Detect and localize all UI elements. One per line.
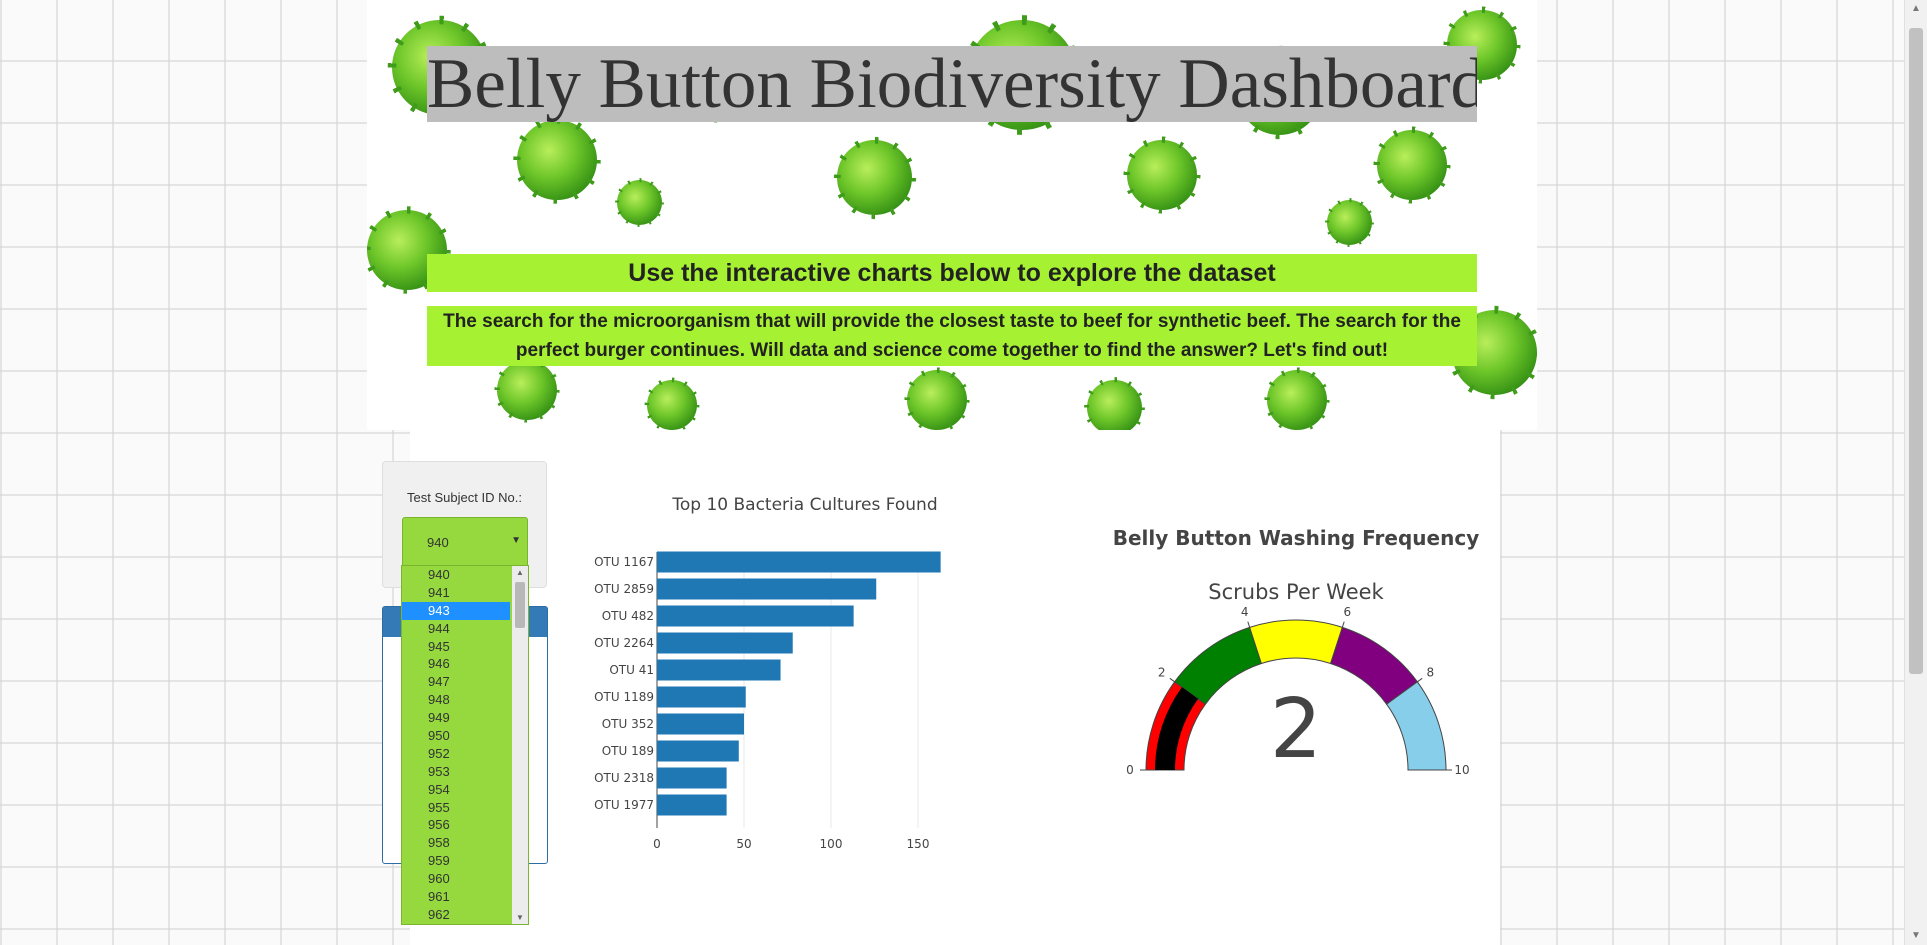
virus-graphic [907,370,967,430]
virus-graphic [1127,140,1197,210]
select-value: 940 [427,535,449,550]
page-title: Belly Button Biodiversity Dashboard [427,46,1477,122]
gauge-tick [1247,621,1251,628]
dropdown-option[interactable]: 959 [402,852,510,870]
dropdown-option[interactable]: 958 [402,834,510,852]
bar [657,578,877,600]
dropdown-option[interactable]: 946 [402,655,510,673]
virus-graphic [617,180,662,225]
gauge-value: 2 [1270,682,1322,777]
dropdown-scroll-thumb[interactable] [515,582,525,628]
page-subtitle: Use the interactive charts below to expl… [628,259,1276,287]
gauge-tick-label: 2 [1158,665,1166,679]
virus-graphic [837,140,912,215]
scroll-down-icon[interactable]: ▼ [512,913,528,922]
dropdown-option[interactable]: 962 [402,906,510,924]
scroll-up-icon[interactable]: ▲ [1905,0,1927,18]
bar [657,605,854,627]
virus-graphic [1377,130,1447,200]
x-tick-label: 50 [736,837,751,851]
gauge-tick-label: 6 [1343,605,1351,619]
page-title-box: Belly Button Biodiversity Dashboard [427,46,1477,122]
dropdown-option[interactable]: 953 [402,763,510,781]
page-description: The search for the microorganism that wi… [443,311,1461,361]
gauge-tick-label: 0 [1126,763,1134,777]
bar [657,551,941,573]
dropdown-option[interactable]: 960 [402,870,510,888]
dropdown-option[interactable]: 961 [402,888,510,906]
bar [657,659,781,681]
y-tick-label: OTU 2859 [594,582,654,596]
dropdown-option[interactable]: 948 [402,691,510,709]
dropdown-option[interactable]: 954 [402,781,510,799]
subtitle-box: Use the interactive charts below to expl… [427,254,1477,292]
virus-graphic [647,380,697,430]
y-tick-label: OTU 1167 [594,555,654,569]
dropdown-option[interactable]: 944 [402,620,510,638]
gauge-tick [1169,677,1175,683]
bar [657,686,746,708]
virus-graphic [497,360,557,420]
y-tick-label: OTU 2264 [594,636,654,650]
description-box: The search for the microorganism that wi… [427,306,1477,366]
scroll-down-icon[interactable]: ▼ [1905,927,1927,945]
dropdown-option[interactable]: 950 [402,727,510,745]
y-tick-label: OTU 2318 [594,771,654,785]
gauge-tick [1417,677,1423,683]
bar [657,794,727,816]
gauge-tick [1341,621,1345,628]
bar-chart: Top 10 Bacteria Cultures Found OTU 1167 O… [594,495,941,851]
x-tick-label: 150 [907,837,930,851]
page-scroll-thumb[interactable] [1909,28,1923,674]
dropdown-option[interactable]: 949 [402,709,510,727]
bar-chart-title: Top 10 Bacteria Cultures Found [671,495,937,515]
virus-graphic [1327,200,1372,245]
gauge-tick-label: 4 [1241,605,1249,619]
dropdown-option[interactable]: 943 [402,601,510,620]
y-tick-label: OTU 1977 [594,798,654,812]
bar [657,632,793,654]
gauge-band [1249,619,1343,665]
virus-graphic [517,120,597,200]
y-tick-label: OTU 189 [602,744,654,758]
dropdown-scrollbar[interactable]: ▲ ▼ [512,566,528,924]
y-tick-label: OTU 482 [602,609,654,623]
dropdown-option[interactable]: 952 [402,745,510,763]
bar [657,767,727,789]
virus-graphic [1267,370,1327,430]
gauge-chart: Belly Button Washing Frequency Scrubs Pe… [1113,526,1479,777]
dropdown-option[interactable]: 955 [402,799,510,817]
gauge-title: Belly Button Washing Frequency [1113,526,1479,550]
y-tick-label: OTU 1189 [594,690,654,704]
gauge-tick-label: 10 [1454,763,1469,777]
scroll-up-icon[interactable]: ▲ [512,568,528,577]
virus-graphic [1087,380,1142,430]
chevron-down-icon: ▼ [511,535,521,546]
dropdown-option[interactable]: 947 [402,673,510,691]
subject-id-select[interactable]: 940 ▼ [402,517,528,569]
bar [657,713,744,735]
background-right [1500,0,1910,945]
bar [657,740,739,762]
gauge-subtitle: Scrubs Per Week [1208,580,1384,604]
page-scrollbar[interactable]: ▲ ▼ [1904,0,1927,945]
dropdown-option[interactable]: 956 [402,816,510,834]
x-tick-label: 100 [820,837,843,851]
y-tick-label: OTU 41 [609,663,654,677]
y-tick-label: OTU 352 [602,717,654,731]
x-tick-label: 0 [653,837,661,851]
dropdown-option[interactable]: 940 [402,566,510,584]
subject-id-dropdown-list[interactable]: 940 941 943 944 945 946 947 948 949 950 952 953 954 9… [401,565,529,925]
select-label: Test Subject ID No.: [407,490,522,505]
background-left [0,0,410,945]
dropdown-option[interactable]: 945 [402,638,510,656]
dropdown-option[interactable]: 941 [402,584,510,602]
gauge-tick-label: 8 [1426,665,1434,679]
